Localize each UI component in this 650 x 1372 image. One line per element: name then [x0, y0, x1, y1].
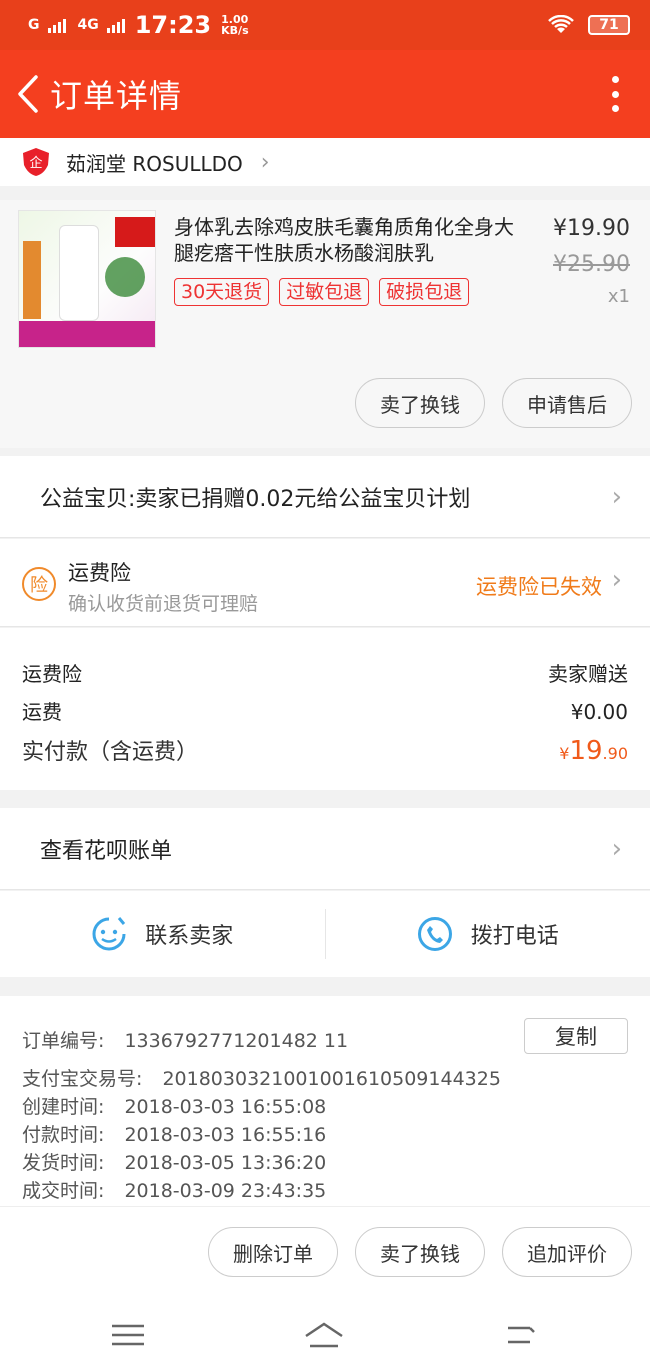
- order-number: 1336792771201482 11: [124, 1030, 349, 1052]
- alipay-row: 支付宝交易号: 2018030321001001610509144325: [22, 1064, 501, 1091]
- sell-for-cash-button[interactable]: 卖了换钱: [355, 378, 485, 428]
- paid-integer: 19: [569, 736, 603, 766]
- network-speed: 1.00 KB/s: [221, 14, 248, 36]
- insurance-title: 运费险: [68, 561, 131, 585]
- service-tags: 30天退货 过敏包退 破损包退: [174, 278, 470, 306]
- sell-for-cash-button-bottom[interactable]: 卖了换钱: [355, 1227, 485, 1277]
- huabei-bill-row[interactable]: 查看花呗账单 ›: [0, 808, 650, 890]
- shop-row[interactable]: 企 茹润堂 ROSULLDO ›: [0, 138, 650, 186]
- contact-seller-label: 联系卖家: [145, 924, 234, 949]
- product-card[interactable]: 身体乳去除鸡皮肤毛囊角质角化全身大腿疙瘩干性肤质水杨酸润肤乳 30天退货 过敏包…: [0, 200, 650, 448]
- paid-decimal: .90: [602, 744, 628, 763]
- paid-row: 付款时间: 2018-03-03 16:55:16: [22, 1120, 326, 1147]
- more-dot-icon: [611, 90, 619, 98]
- shipped-label: 发货时间:: [22, 1152, 105, 1174]
- back-nav-icon[interactable]: [500, 1318, 540, 1352]
- more-dot-icon: [611, 105, 619, 112]
- completed-label: 成交时间:: [22, 1180, 105, 1202]
- menu-icon[interactable]: [108, 1318, 148, 1352]
- add-review-button[interactable]: 追加评价: [502, 1227, 632, 1277]
- speed-unit: KB/s: [221, 24, 249, 37]
- product-title: 身体乳去除鸡皮肤毛囊角质角化全身大腿疙瘩干性肤质水杨酸润肤乳: [174, 215, 514, 265]
- insurance-cost-value: 卖家赠送: [548, 662, 628, 686]
- call-phone-button[interactable]: 拨打电话: [326, 891, 650, 977]
- order-number-row: 订单编号: 1336792771201482 11: [22, 1026, 348, 1053]
- chevron-right-icon: ›: [260, 149, 270, 175]
- paid-time: 2018-03-03 16:55:16: [124, 1124, 327, 1146]
- more-dot-icon: [611, 76, 619, 83]
- charity-row[interactable]: 公益宝贝:卖家已捐赠0.02元给公益宝贝计划 ›: [0, 456, 650, 538]
- completed-row: 成交时间: 2018-03-09 23:43:35: [22, 1176, 326, 1203]
- paid-currency: ¥: [559, 744, 570, 763]
- created-label: 创建时间:: [22, 1096, 105, 1118]
- back-arrow-icon: [18, 75, 38, 113]
- battery-icon: 71: [588, 15, 630, 35]
- paid-amount: ¥19.90: [559, 736, 628, 766]
- alipay-number: 2018030321001001610509144325: [162, 1068, 501, 1090]
- paid-time-label: 付款时间:: [22, 1124, 105, 1146]
- order-info: 订单编号: 1336792771201482 11 复制 支付宝交易号: 201…: [0, 996, 650, 1206]
- charity-text: 公益宝贝:卖家已捐赠0.02元给公益宝贝计划: [40, 486, 471, 512]
- chevron-right-icon: ›: [611, 565, 622, 595]
- status-bar: G 4G 17:23 1.00 KB/s 71: [0, 0, 650, 50]
- system-nav-bar: [0, 1298, 650, 1372]
- delete-order-button[interactable]: 删除订单: [208, 1227, 338, 1277]
- product-price: ¥19.90: [553, 216, 630, 241]
- chevron-right-icon: ›: [611, 833, 622, 864]
- chat-icon: [92, 917, 126, 951]
- phone-icon: [417, 917, 452, 951]
- shop-name: 茹润堂 ROSULLDO: [66, 151, 243, 176]
- shipping-value: ¥0.00: [570, 700, 628, 724]
- back-button[interactable]: [6, 50, 50, 138]
- signal-icon-2: [106, 19, 125, 33]
- svg-text:企: 企: [29, 155, 42, 171]
- huabei-text: 查看花呗账单: [40, 838, 173, 864]
- page-title: 订单详情: [50, 77, 183, 115]
- service-tag: 过敏包退: [279, 278, 370, 306]
- insurance-status: 运费险已失效: [476, 575, 602, 599]
- shipping-label: 运费: [22, 700, 62, 724]
- insurance-icon: 险: [22, 567, 56, 601]
- contact-seller-button[interactable]: 联系卖家: [0, 891, 325, 977]
- product-quantity: x1: [607, 286, 630, 307]
- enterprise-shop-icon: 企: [23, 148, 49, 176]
- order-number-label: 订单编号:: [22, 1030, 105, 1052]
- shipping-insurance-row[interactable]: 险 运费险 确认收货前退货可理赔 运费险已失效 ›: [0, 539, 650, 627]
- network-label: 4G: [77, 17, 99, 33]
- signal-icon: [47, 19, 66, 33]
- created-row: 创建时间: 2018-03-03 16:55:08: [22, 1092, 326, 1119]
- clock: 17:23: [134, 11, 212, 39]
- after-sale-button[interactable]: 申请售后: [502, 378, 632, 428]
- copy-button[interactable]: 复制: [524, 1018, 628, 1054]
- title-bar: 订单详情: [0, 50, 650, 138]
- created-time: 2018-03-03 16:55:08: [124, 1096, 327, 1118]
- order-actions: 删除订单 卖了换钱 追加评价: [0, 1206, 650, 1298]
- shipped-time: 2018-03-05 13:36:20: [124, 1152, 327, 1174]
- original-price: ¥25.90: [553, 252, 630, 277]
- service-tag: 破损包退: [379, 278, 470, 306]
- cost-summary: 运费险 卖家赠送 运费 ¥0.00 实付款（含运费） ¥19.90: [0, 628, 650, 790]
- more-menu-button[interactable]: [610, 76, 620, 112]
- service-tag: 30天退货: [174, 278, 270, 306]
- home-icon[interactable]: [304, 1318, 344, 1352]
- insurance-cost-label: 运费险: [22, 662, 82, 686]
- alipay-label: 支付宝交易号:: [22, 1068, 143, 1090]
- paid-label: 实付款（含运费）: [22, 740, 199, 765]
- wifi-icon: [548, 15, 574, 33]
- insurance-subtitle: 确认收货前退货可理赔: [68, 593, 259, 615]
- completed-time: 2018-03-09 23:43:35: [124, 1180, 327, 1202]
- contact-bar: 联系卖家 拨打电话: [0, 891, 650, 977]
- product-image: [18, 210, 156, 348]
- chevron-right-icon: ›: [611, 481, 622, 512]
- signal-label: G: [28, 17, 40, 33]
- shipped-row: 发货时间: 2018-03-05 13:36:20: [22, 1148, 326, 1175]
- call-phone-label: 拨打电话: [470, 924, 559, 949]
